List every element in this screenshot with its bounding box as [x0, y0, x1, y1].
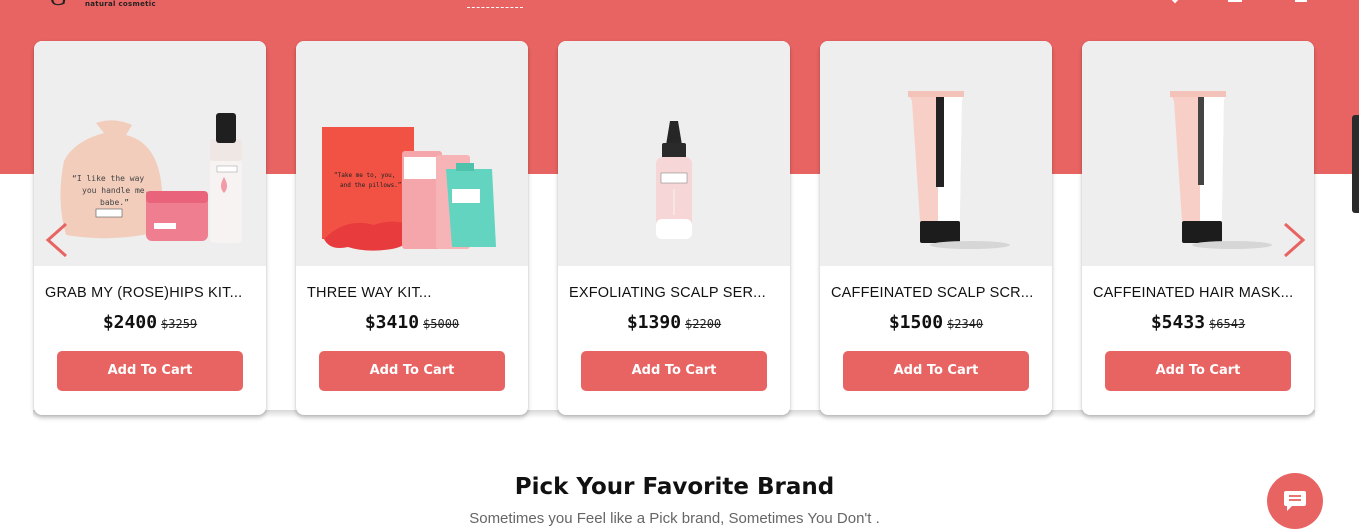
- svg-text:you handle me,: you handle me,: [82, 186, 149, 195]
- section-subtitle: Sometimes you Feel like a Pick brand, So…: [469, 510, 880, 527]
- chat-bubble-icon: [1284, 491, 1306, 511]
- add-to-cart-button[interactable]: Add To Cart: [319, 351, 505, 391]
- add-to-cart-button[interactable]: Add To Cart: [1105, 351, 1291, 391]
- product-old-price: $5000: [423, 317, 460, 331]
- product-old-price: $2340: [947, 317, 984, 331]
- product-name[interactable]: THREE WAY KIT...: [307, 285, 521, 301]
- section-title: Pick Your Favorite Brand: [514, 474, 835, 500]
- product-old-price: $3259: [161, 317, 198, 331]
- svg-text:“Take me to, you,: “Take me to, you,: [334, 172, 395, 179]
- product-old-price: $6543: [1209, 317, 1246, 331]
- product-name[interactable]: GRAB MY (ROSE)HIPS KIT...: [45, 285, 259, 301]
- price-row: $2400 $3259: [34, 312, 266, 333]
- logo[interactable]: G natural cosmetic: [50, 0, 160, 12]
- chevron-left-icon[interactable]: [40, 222, 76, 258]
- price-row: $5433 $6543: [1082, 312, 1314, 333]
- add-to-cart-button[interactable]: Add To Cart: [57, 351, 243, 391]
- logo-mark: G: [50, 0, 68, 11]
- product-card[interactable]: CAFFEINATED SCALP SCR... $1500 $2340 Add …: [820, 41, 1052, 415]
- product-name[interactable]: EXFOLIATING SCALP SER...: [569, 285, 783, 301]
- account-icon[interactable]: [1228, 0, 1242, 2]
- product-old-price: $2200: [685, 317, 722, 331]
- page: G natural cosmetic “I like the way you h…: [0, 0, 1359, 531]
- logo-tagline: natural cosmetic: [85, 0, 156, 8]
- price-row: $1500 $2340: [820, 312, 1052, 333]
- cart-icon[interactable]: [1295, 0, 1307, 2]
- product-price: $2400: [102, 312, 158, 333]
- product-price: $1500: [888, 312, 944, 333]
- product-card[interactable]: “Take me to, you, and the pillows.” THRE…: [296, 41, 528, 415]
- add-to-cart-button[interactable]: Add To Cart: [843, 351, 1029, 391]
- chat-button[interactable]: [1267, 473, 1323, 529]
- price-row: $1390 $2200: [558, 312, 790, 333]
- active-nav-underline: [467, 7, 523, 8]
- product-image[interactable]: “Take me to, you, and the pillows.”: [296, 41, 528, 266]
- svg-text:babe.”: babe.”: [100, 198, 129, 207]
- svg-text:and the pillows.”: and the pillows.”: [340, 182, 401, 189]
- side-tab[interactable]: [1352, 115, 1359, 213]
- svg-text:“I like the way: “I like the way: [72, 174, 144, 183]
- product-price: $3410: [364, 312, 420, 333]
- product-price: $5433: [1150, 312, 1206, 333]
- price-row: $3410 $5000: [296, 312, 528, 333]
- product-name[interactable]: CAFFEINATED SCALP SCR...: [831, 285, 1045, 301]
- product-price: $1390: [626, 312, 682, 333]
- product-name[interactable]: CAFFEINATED HAIR MASK...: [1093, 285, 1307, 301]
- product-card[interactable]: EXFOLIATING SCALP SER... $1390 $2200 Add …: [558, 41, 790, 415]
- chevron-right-icon[interactable]: [1275, 222, 1311, 258]
- add-to-cart-button[interactable]: Add To Cart: [581, 351, 767, 391]
- product-image[interactable]: [558, 41, 790, 266]
- product-image[interactable]: [820, 41, 1052, 266]
